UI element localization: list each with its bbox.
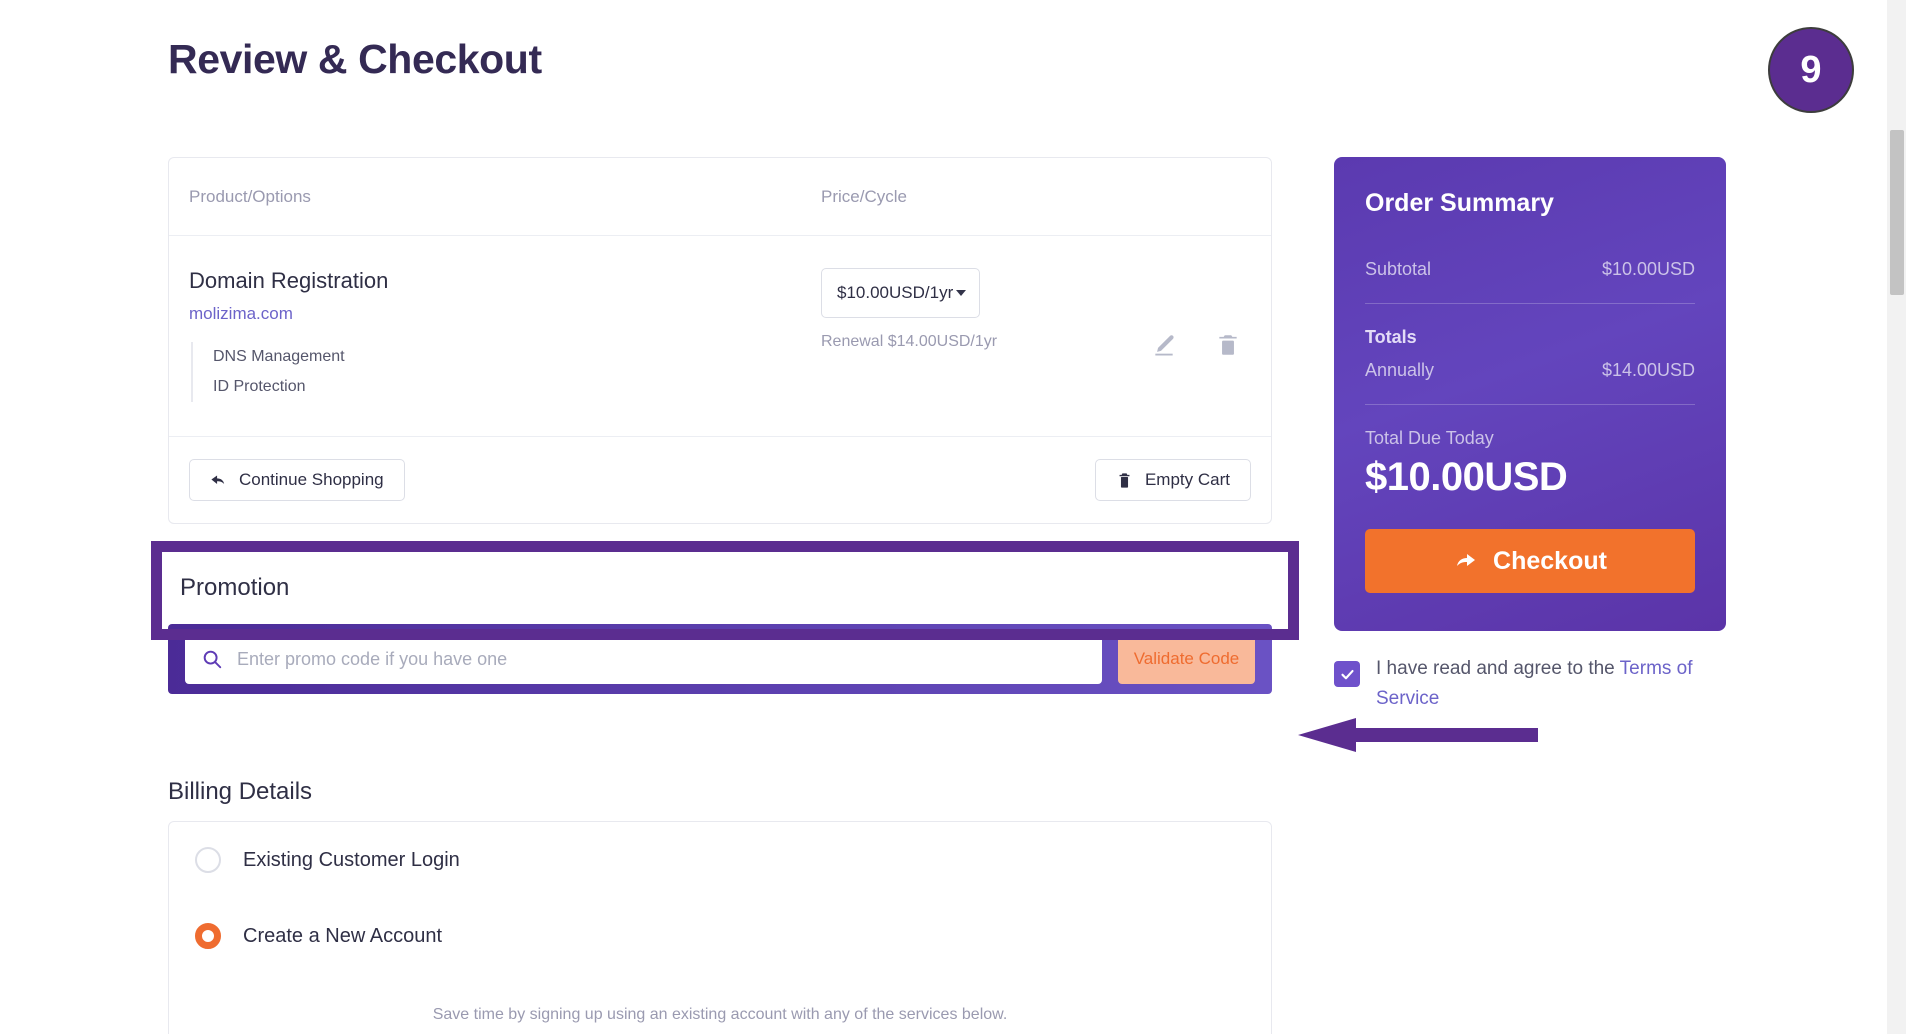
price-column: $10.00USD/1yr Renewal $14.00USD/1yr bbox=[821, 260, 1101, 402]
billing-option-existing-customer[interactable]: Existing Customer Login bbox=[169, 822, 1271, 898]
promo-code-input[interactable] bbox=[237, 648, 1086, 670]
annotation-arrow-left bbox=[1298, 718, 1538, 752]
billing-details-title: Billing Details bbox=[168, 778, 313, 805]
trash-icon bbox=[1116, 472, 1133, 489]
product-option: DNS Management bbox=[213, 348, 345, 365]
summary-totals-label: Totals bbox=[1365, 327, 1417, 347]
column-header-price: Price/Cycle bbox=[821, 186, 907, 206]
page-scrollbar-thumb[interactable] bbox=[1890, 130, 1904, 295]
chevron-down-icon bbox=[956, 290, 966, 296]
promotion-input-bar: Validate Code bbox=[168, 624, 1272, 694]
page-scrollbar-track[interactable] bbox=[1887, 0, 1906, 1034]
back-arrow-icon bbox=[210, 472, 227, 489]
terms-text: I have read and agree to the Terms of Se… bbox=[1376, 654, 1694, 714]
validate-code-button[interactable]: Validate Code bbox=[1118, 634, 1255, 684]
check-icon bbox=[1340, 669, 1354, 679]
promo-input-wrapper bbox=[185, 634, 1102, 684]
line-item-actions bbox=[1151, 332, 1241, 358]
continue-shopping-button[interactable]: Continue Shopping bbox=[189, 459, 405, 501]
billing-option-label: Existing Customer Login bbox=[243, 848, 460, 871]
checkout-label: Checkout bbox=[1493, 546, 1607, 575]
summary-annually-value: $14.00USD bbox=[1601, 360, 1695, 380]
checkout-page: Review & Checkout 9 Product/Options Pric… bbox=[0, 0, 1906, 1034]
order-summary-title: Order Summary bbox=[1365, 189, 1554, 217]
step-badge: 9 bbox=[1768, 27, 1854, 113]
trash-icon[interactable] bbox=[1215, 332, 1241, 358]
billing-option-label: Create a New Account bbox=[243, 924, 442, 947]
empty-cart-label: Empty Cart bbox=[1144, 470, 1230, 489]
summary-divider bbox=[1365, 303, 1695, 304]
summary-annually-label: Annually bbox=[1365, 360, 1435, 380]
product-options-list: DNS Management ID Protection bbox=[191, 342, 821, 402]
summary-divider bbox=[1365, 404, 1695, 405]
arrow-right-icon bbox=[1453, 549, 1477, 573]
product-domain-link[interactable]: molizima.com bbox=[189, 304, 821, 324]
product-name: Domain Registration bbox=[189, 268, 389, 293]
cart-line-item: Domain Registration molizima.com DNS Man… bbox=[169, 236, 1271, 437]
radio-existing-customer[interactable] bbox=[195, 847, 221, 873]
renewal-price: Renewal $14.00USD/1yr bbox=[821, 333, 998, 350]
billing-details-card: Existing Customer Login Create a New Acc… bbox=[168, 821, 1272, 1034]
radio-new-account[interactable] bbox=[195, 923, 221, 949]
summary-subtotal-label: Subtotal bbox=[1365, 259, 1432, 279]
column-header-product: Product/Options bbox=[189, 186, 311, 206]
search-icon bbox=[201, 648, 223, 670]
billing-option-new-account-panel: Create a New Account Save time by signin… bbox=[169, 898, 1271, 1034]
billing-cycle-value: $10.00USD/1yr bbox=[837, 283, 954, 302]
total-due-today-label: Total Due Today bbox=[1365, 428, 1494, 448]
billing-option-new-account[interactable]: Create a New Account bbox=[169, 898, 1271, 974]
checkout-button[interactable]: Checkout bbox=[1365, 529, 1695, 593]
terms-prefix: I have read and agree to the bbox=[1376, 658, 1620, 679]
summary-annually-row: Annually $14.00USD bbox=[1365, 360, 1695, 381]
page-title: Review & Checkout bbox=[168, 36, 542, 82]
billing-cycle-select[interactable]: $10.00USD/1yr bbox=[821, 268, 980, 318]
product-option: ID Protection bbox=[213, 378, 306, 395]
terms-agreement: I have read and agree to the Terms of Se… bbox=[1334, 654, 1694, 714]
total-due-today-value: $10.00USD bbox=[1365, 455, 1568, 499]
empty-cart-button[interactable]: Empty Cart bbox=[1094, 459, 1251, 501]
signup-helper-text: Save time by signing up using an existin… bbox=[432, 1006, 1008, 1023]
summary-subtotal-row: Subtotal $10.00USD bbox=[1365, 259, 1695, 280]
product-column: Domain Registration molizima.com DNS Man… bbox=[189, 260, 821, 402]
order-summary-card: Order Summary Subtotal $10.00USD Totals … bbox=[1334, 157, 1726, 631]
cart-card: Product/Options Price/Cycle Domain Regis… bbox=[168, 157, 1272, 524]
continue-shopping-label: Continue Shopping bbox=[239, 470, 384, 489]
cart-table-header: Product/Options Price/Cycle bbox=[169, 158, 1271, 236]
terms-checkbox[interactable] bbox=[1334, 661, 1360, 687]
pencil-icon[interactable] bbox=[1151, 332, 1177, 358]
cart-footer-actions: Continue Shopping Empty Cart bbox=[169, 437, 1271, 523]
promotion-title: Promotion bbox=[180, 574, 290, 601]
summary-subtotal-value: $10.00USD bbox=[1601, 259, 1695, 279]
